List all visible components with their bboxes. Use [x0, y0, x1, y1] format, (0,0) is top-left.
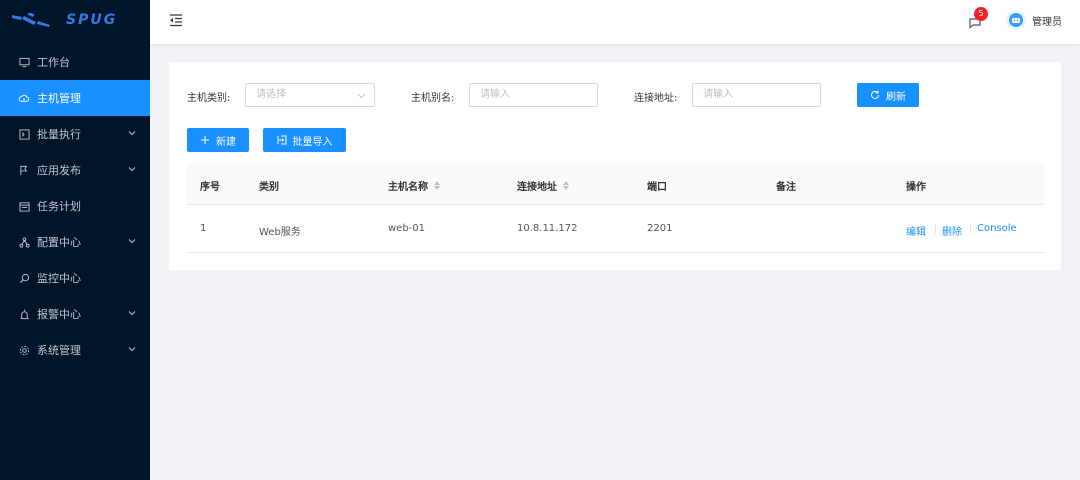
sidebar-item-config-center[interactable]: 配置中心 [0, 224, 150, 260]
alias-filter-label: 主机别名: [411, 93, 455, 104]
user-name: 管理员 [1032, 16, 1062, 28]
column-header-note: 备注 [776, 178, 796, 193]
cell-hostname: web-01 [388, 223, 426, 234]
sidebar-menu: 工作台 主机管理 批量执行 应用发布 任务计划 配置中心 监控中心 报警中心 系… [0, 44, 150, 368]
import-icon [277, 135, 286, 145]
sidebar-item-system-management[interactable]: 系统管理 [0, 332, 150, 368]
sidebar-item-batch-exec[interactable]: 批量执行 [0, 116, 150, 152]
category-select[interactable]: 请选择 [245, 83, 375, 107]
sidebar-item-label: 工作台 [37, 56, 70, 69]
table-row: 1 Web服务 web-01 10.8.11.172 2201 编辑 删除 Co… [187, 205, 1044, 253]
column-header-label: 备注 [776, 182, 796, 193]
sort-icon[interactable] [563, 181, 569, 190]
flag-icon [18, 164, 30, 176]
address-input-placeholder: 请输入 [703, 89, 733, 100]
satellite-logo-icon [12, 13, 50, 27]
refresh-button[interactable]: 刷新 [857, 83, 919, 107]
console-link[interactable]: Console [977, 223, 1017, 234]
alias-input-placeholder: 请输入 [480, 89, 510, 100]
address-filter-label: 连接地址: [634, 93, 678, 104]
sidebar-item-task-plan[interactable]: 任务计划 [0, 188, 150, 224]
chevron-down-icon [128, 167, 136, 172]
new-host-button-label: 新建 [216, 136, 236, 148]
batch-import-button[interactable]: 批量导入 [263, 128, 346, 152]
alias-input[interactable]: 请输入 [469, 83, 598, 107]
sort-icon[interactable] [434, 181, 440, 190]
delete-link[interactable]: 删除 [942, 223, 962, 238]
code-icon [18, 128, 30, 140]
table-header: 序号 类别 主机名称 连接地址 端口 备注 操作 [187, 164, 1044, 205]
setting-icon [18, 344, 30, 356]
cell-address: 10.8.11.172 [517, 223, 578, 234]
deployment-unit-icon [18, 236, 30, 248]
sidebar-item-monitor-center[interactable]: 监控中心 [0, 260, 150, 296]
logo[interactable]: SPUG [0, 0, 150, 40]
reload-icon [871, 90, 879, 99]
column-header-label: 序号 [200, 182, 220, 193]
sidebar-item-label: 应用发布 [37, 164, 81, 177]
user-menu[interactable]: 管理员 [1006, 10, 1062, 30]
address-input[interactable]: 请输入 [692, 83, 821, 107]
cell-index: 1 [200, 223, 207, 234]
action-divider [970, 224, 971, 234]
menu-fold-icon[interactable] [168, 12, 184, 28]
sidebar-item-label: 系统管理 [37, 344, 81, 357]
column-header-label: 端口 [647, 182, 667, 193]
sidebar-item-label: 批量执行 [37, 128, 81, 141]
logo-text: SPUG [66, 12, 118, 28]
column-header-hostname[interactable]: 主机名称 [388, 178, 440, 193]
category-select-placeholder: 请选择 [256, 89, 286, 100]
top-header: 5 管理员 [150, 0, 1080, 44]
sidebar-item-alarm-center[interactable]: 报警中心 [0, 296, 150, 332]
edit-link[interactable]: 编辑 [906, 223, 926, 238]
chevron-down-icon [128, 131, 136, 136]
chevron-down-icon [357, 93, 366, 99]
sidebar-item-workbench[interactable]: 工作台 [0, 44, 150, 80]
chevron-down-icon [128, 311, 136, 316]
sidebar-item-label: 任务计划 [37, 200, 81, 213]
column-header-label: 连接地址 [517, 182, 557, 193]
action-divider [935, 224, 936, 234]
robot-avatar-icon [1009, 13, 1023, 27]
cell-category: Web服务 [259, 227, 301, 238]
sidebar-item-app-release[interactable]: 应用发布 [0, 152, 150, 188]
sidebar: SPUG 工作台 主机管理 批量执行 应用发布 任务计划 配置中心 监控中心 报… [0, 0, 150, 480]
avatar [1006, 10, 1026, 30]
search-icon [18, 272, 30, 284]
monitor-icon [18, 56, 30, 68]
cloud-server-icon [18, 92, 30, 104]
column-header-index: 序号 [200, 178, 220, 193]
column-header-label: 主机名称 [388, 182, 428, 193]
column-header-port: 端口 [647, 178, 667, 193]
category-filter-label: 主机类别: [187, 93, 231, 104]
alert-icon [18, 308, 30, 320]
cell-port: 2201 [647, 223, 673, 234]
sidebar-item-host-management[interactable]: 主机管理 [0, 80, 150, 116]
refresh-button-label: 刷新 [886, 91, 906, 103]
host-management-card: 主机类别: 请选择 主机别名: 请输入 连接地址: 请输入 刷新 新建 批量导入… [169, 62, 1061, 270]
column-header-actions: 操作 [906, 178, 926, 193]
chevron-down-icon [128, 347, 136, 352]
chevron-down-icon [128, 239, 136, 244]
sidebar-item-label: 监控中心 [37, 272, 81, 285]
notification-badge: 5 [974, 7, 988, 21]
plus-icon [201, 136, 209, 144]
column-header-label: 操作 [906, 182, 926, 193]
column-header-category: 类别 [259, 178, 279, 193]
sidebar-item-label: 报警中心 [37, 308, 81, 321]
schedule-icon [18, 200, 30, 212]
column-header-label: 类别 [259, 182, 279, 193]
sidebar-item-label: 主机管理 [37, 92, 81, 105]
new-host-button[interactable]: 新建 [187, 128, 249, 152]
sidebar-item-label: 配置中心 [37, 236, 81, 249]
column-header-address[interactable]: 连接地址 [517, 178, 569, 193]
batch-import-button-label: 批量导入 [292, 136, 333, 148]
